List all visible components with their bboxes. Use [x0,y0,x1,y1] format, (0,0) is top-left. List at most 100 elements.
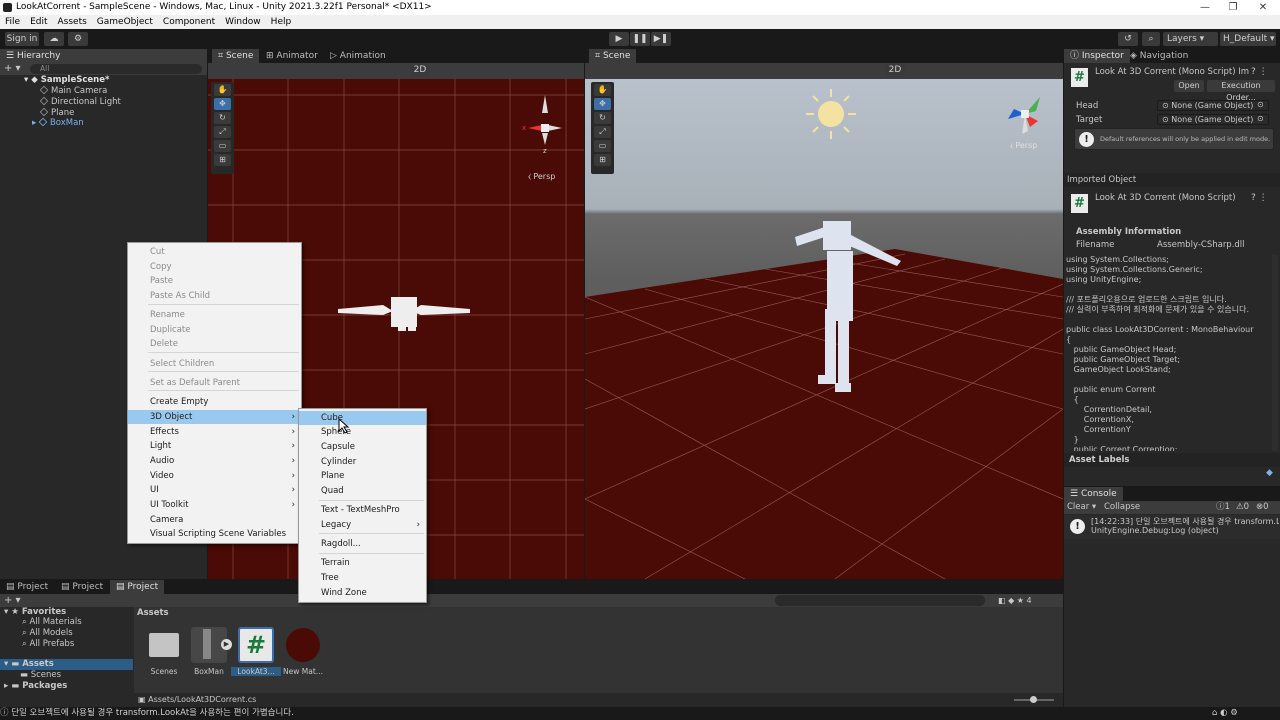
search-icon[interactable]: ⌕ [1142,32,1160,46]
menu-component[interactable]: Component [158,17,220,27]
code-scrollbar[interactable] [1272,255,1278,451]
scene-root[interactable]: ▾ ◆ SampleScene* [24,75,109,86]
object-picker-icon[interactable]: ⊙ [1257,100,1264,109]
history-icon[interactable]: ↺ [1118,32,1138,46]
menu-item-cylinder[interactable]: Cylinder [299,455,426,469]
menu-item-light[interactable]: Light › [128,439,301,453]
sign-in-button[interactable]: Sign in [5,32,39,46]
menu-item-ui[interactable]: UI › [128,483,301,497]
step-button[interactable]: ▶❚ [651,32,671,46]
menu-help[interactable]: Help [266,17,297,27]
menu-item-camera[interactable]: Camera [128,513,301,527]
menu-item-legacy[interactable]: Legacy › [299,518,426,532]
orientation-gizmo-right-icon[interactable] [1000,89,1050,139]
menu-assets[interactable]: Assets [53,17,92,27]
menu-item-quad[interactable]: Quad [299,484,426,498]
move-tool-icon[interactable]: ✥ [594,98,611,110]
rect-tool-icon[interactable]: ▭ [214,140,231,152]
scale-tool-icon[interactable]: ⤢ [214,126,231,138]
assets-node[interactable]: ▾ ▬ Assets [0,659,133,670]
asset-new-material[interactable] [285,627,321,663]
help-icon[interactable]: ? ⋮ [1251,193,1268,203]
fav-all-models[interactable]: ⌕ All Models [22,628,73,639]
menu-item-ui-toolkit[interactable]: UI Toolkit › [128,498,301,512]
asset-lookat-script[interactable]: # [238,627,274,663]
help-icon[interactable]: ? ⋮ [1251,67,1268,77]
menu-item-effects[interactable]: Effects › [128,425,301,439]
expand-icon[interactable]: ▶ [221,639,232,650]
menu-item-ragdoll[interactable]: Ragdoll... [299,537,426,551]
tab-animation[interactable]: ▷ Animation [324,49,392,63]
menu-item-cube[interactable]: Cube [299,411,426,425]
orientation-gizmo-icon[interactable]: x z [518,93,578,163]
head-field[interactable]: ⊙ None (Game Object) [1157,100,1269,111]
create-asset-icon[interactable]: + ▾ [4,594,21,607]
menu-item-video[interactable]: Video › [128,469,301,483]
execution-order-button[interactable]: Execution Order... [1207,80,1275,102]
tab-scene[interactable]: ⌗ Scene [212,49,260,63]
packages-node[interactable]: ▸ ▬ Packages [4,681,67,692]
status-message[interactable]: 단일 오브젝트에 사용될 경우 transform.LookAt을 사용하는 편… [11,708,294,718]
target-field[interactable]: ⊙ None (Game Object) [1157,114,1269,125]
open-button[interactable]: Open [1174,80,1204,92]
tab-scene-right[interactable]: ⌗ Scene [589,49,637,63]
sun-icon[interactable] [806,89,856,139]
filter-icons[interactable]: ◧ ◆ ★ 4 [998,594,1032,607]
rotate-tool-icon[interactable]: ↻ [594,112,611,124]
close-button[interactable]: ✕ [1248,0,1278,15]
log-count-toggle[interactable]: ⓘ1 [1216,501,1230,514]
asset-labels-header[interactable]: Asset Labels [1064,453,1280,467]
persp-label[interactable]: ⧼ Persp [528,172,555,182]
hand-tool-icon[interactable]: ✋ [594,84,611,96]
pause-button[interactable]: ❚❚ [630,32,650,46]
layers-dropdown[interactable]: Layers ▾ [1163,32,1218,46]
2d-toggle-right[interactable]: 2D [885,64,905,77]
boxman-top-view[interactable] [338,297,470,331]
tab-inspector[interactable]: ⓘ Inspector [1064,49,1130,63]
2d-toggle[interactable]: 2D [410,64,430,77]
tab-hierarchy[interactable]: ☰ Hierarchy [0,49,207,63]
tab-animator[interactable]: ⊞ Animator [260,49,324,63]
menu-item-sphere[interactable]: Sphere [299,425,426,439]
maximize-button[interactable]: ❐ [1218,0,1248,15]
move-tool-icon[interactable]: ✥ [214,98,231,110]
menu-gameobject[interactable]: GameObject [92,17,158,27]
tab-console[interactable]: ☰ Console [1064,487,1123,501]
asset-boxman[interactable]: ▶ [191,627,232,663]
fav-all-materials[interactable]: ⌕ All Materials [22,617,82,628]
menu-window[interactable]: Window [220,17,266,27]
menu-item-3d-object[interactable]: 3D Object › [128,410,301,424]
label-icon[interactable]: ◆ [1266,468,1273,478]
scale-tool-icon[interactable]: ⤢ [594,126,611,138]
menu-item-terrain[interactable]: Terrain [299,556,426,570]
folder-scenes[interactable]: ▬ Scenes [20,670,61,681]
collab-icon[interactable]: ⚙ [68,32,88,46]
menu-item-tree[interactable]: Tree [299,571,426,585]
menu-item-create-empty[interactable]: Create Empty [128,395,301,409]
hand-tool-icon[interactable]: ✋ [214,84,231,96]
scene-viewport-right[interactable]: ✋ ✥ ↻ ⤢ ▭ ⊞ ⧼ Persp [585,79,1063,579]
menu-edit[interactable]: Edit [25,17,52,27]
play-button[interactable]: ▶ [609,32,629,46]
warn-count-toggle[interactable]: ⚠0 [1236,501,1249,514]
hierarchy-search-input[interactable]: All [30,64,202,74]
menu-item-wind-zone[interactable]: Wind Zone [299,586,426,600]
persp-label-right[interactable]: ⧼ Persp [1010,141,1037,151]
project-search-input[interactable] [775,595,985,606]
menu-file[interactable]: File [0,17,25,27]
menu-item-text-textmeshpro[interactable]: Text - TextMeshPro [299,503,426,517]
asset-scenes[interactable] [146,627,182,663]
minimize-button[interactable]: — [1190,0,1220,15]
console-log-entry[interactable]: ! [14:22:33] 단일 오브젝트에 사용될 경우 transform.L… [1064,515,1280,539]
menu-item-audio[interactable]: Audio › [128,454,301,468]
menu-item-plane[interactable]: Plane [299,469,426,483]
tree-item-directional-light[interactable]: Directional Light [39,96,121,108]
slider-handle[interactable] [1030,696,1037,703]
fav-all-prefabs[interactable]: ⌕ All Prefabs [22,639,74,650]
tree-item-boxman[interactable]: ▸ BoxMan [32,117,84,129]
transform-tool-icon[interactable]: ⊞ [594,154,611,166]
rect-tool-icon[interactable]: ▭ [594,140,611,152]
menu-item-visual-scripting-scene-variables[interactable]: Visual Scripting Scene Variables [128,527,301,541]
layout-dropdown[interactable]: H_Default ▾ [1220,32,1276,46]
tab-project-1[interactable]: ▤ Project [0,580,54,594]
